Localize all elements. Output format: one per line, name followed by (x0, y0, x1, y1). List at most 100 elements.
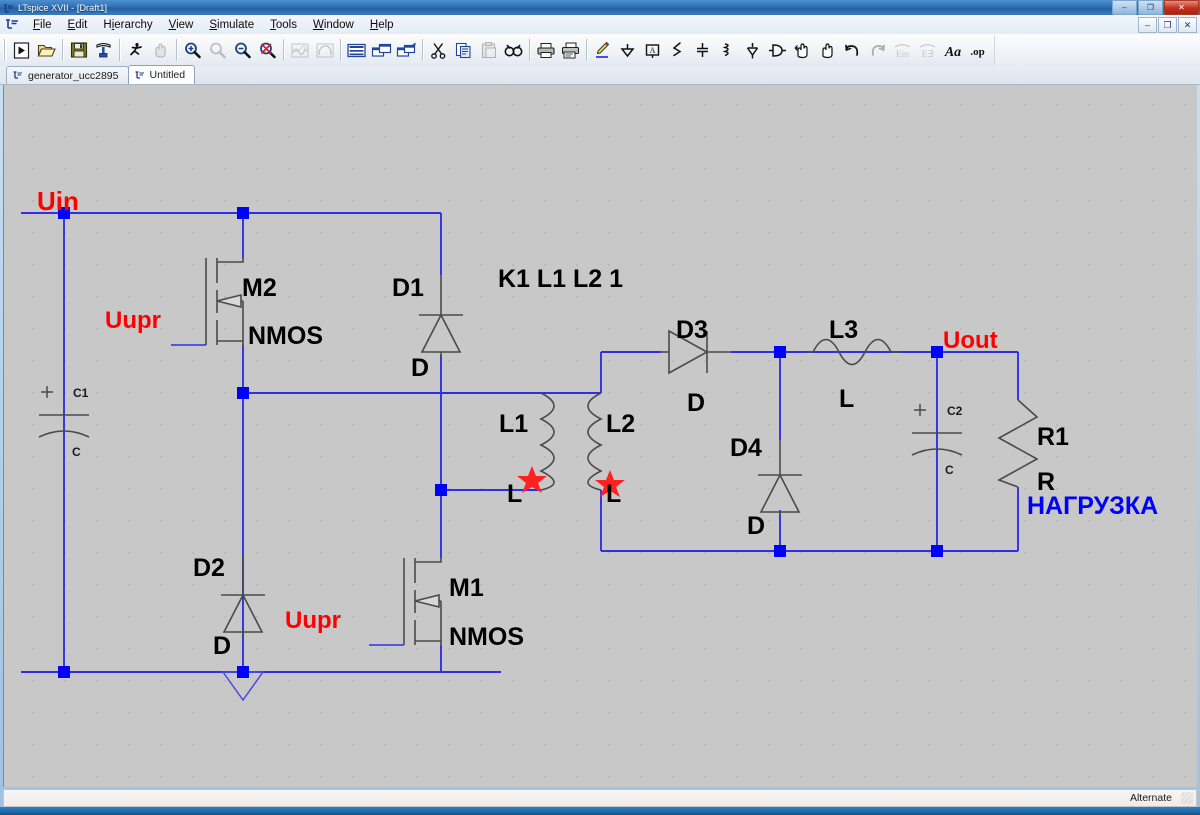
label-m2-value: NMOS (248, 322, 323, 350)
op-point-icon[interactable]: .op (965, 37, 990, 63)
label-l3-ref: L3 (829, 316, 858, 344)
label-d2-ref: D2 (193, 554, 225, 582)
label-c2-value: C (945, 463, 954, 477)
label-d3-ref: D3 (676, 316, 708, 344)
run-icon[interactable] (123, 37, 148, 63)
control-panel-icon[interactable] (91, 37, 116, 63)
waveform-icon[interactable] (287, 37, 312, 63)
m1-body-arrow (414, 593, 440, 609)
new-schematic-icon[interactable] (9, 37, 34, 63)
label-l1-value: L (507, 480, 522, 508)
ground-icon[interactable] (615, 37, 640, 63)
status-mode-text: Alternate (1129, 792, 1172, 804)
label-d1-value: D (411, 354, 429, 382)
zoom-in-icon[interactable] (180, 37, 205, 63)
save-icon[interactable] (66, 37, 91, 63)
maximize-button[interactable]: ❐ (1138, 0, 1163, 15)
halt-icon[interactable] (148, 37, 173, 63)
toolbar-empty-area (994, 35, 1200, 65)
junction (931, 346, 943, 358)
ltspice-icon (12, 70, 24, 81)
find-icon[interactable] (501, 37, 526, 63)
inductor-icon[interactable] (715, 37, 740, 63)
junction (774, 545, 786, 557)
toolbar-separator (62, 39, 63, 61)
toolbar-separator (422, 39, 423, 61)
tab-untitled[interactable]: Untitled (127, 65, 196, 84)
zoom-out-icon[interactable] (230, 37, 255, 63)
net-label-uin: Uin (37, 186, 79, 216)
menu-item-simulate[interactable]: Simulate (201, 18, 262, 32)
menu-accel: V (168, 18, 177, 31)
junction (931, 545, 943, 557)
l1-coil (539, 392, 555, 491)
label-c1-ref: C1 (73, 386, 89, 400)
label-m1-value: NMOS (449, 623, 524, 651)
menu-item-view[interactable]: View (161, 18, 202, 32)
component-icon[interactable] (765, 37, 790, 63)
menu-item-tools[interactable]: Tools (262, 18, 305, 32)
rotate-icon[interactable]: Em (890, 37, 915, 63)
print-icon[interactable] (533, 37, 558, 63)
junction (58, 666, 70, 678)
junction (435, 484, 447, 496)
draw-wire-icon[interactable] (590, 37, 615, 63)
svg-text:A: A (650, 46, 656, 55)
menu-item-hierarchy[interactable]: Hierarchy (95, 18, 160, 32)
mdi-close-button[interactable]: ✕ (1178, 17, 1197, 33)
tab-generator-ucc2895[interactable]: generator_ucc2895 (6, 66, 129, 84)
zoom-area-icon[interactable] (205, 37, 230, 63)
label-d3-value: D (687, 389, 705, 417)
annotation-coupling: K1 L1 L2 1 (498, 265, 623, 293)
minimize-button[interactable]: – (1112, 0, 1137, 15)
menu-item-window[interactable]: Window (305, 18, 362, 32)
label-d1-ref: D1 (392, 274, 424, 302)
close-button[interactable]: ✕ (1164, 0, 1199, 15)
menu-item-label: indow (323, 18, 354, 31)
component-labels[interactable]: C1 C M2 NMOS D1 D D2 D M1 NMOS L1 L L2 L… (72, 274, 1069, 660)
mirror-icon[interactable]: E∃ (915, 37, 940, 63)
c2-plus-sign (914, 404, 926, 416)
m1-source-lead (415, 640, 442, 645)
toolbar-grip[interactable] (3, 39, 7, 61)
mdi-restore-button[interactable]: ❐ (1158, 17, 1177, 33)
resize-grip[interactable] (1181, 792, 1193, 804)
label-net-icon[interactable]: A (640, 37, 665, 63)
cut-icon[interactable] (426, 37, 451, 63)
d1-triangle (420, 313, 462, 353)
symbol-d4 (758, 440, 802, 516)
undo-icon[interactable] (840, 37, 865, 63)
window-controls: – ❐ ✕ (1111, 0, 1199, 15)
schematic-canvas[interactable]: Uin Uupr Uupr Uout K1 L1 L2 1 НАГРУЗКА C… (3, 85, 1197, 787)
label-l1-ref: L1 (499, 410, 528, 438)
menu-item-edit[interactable]: Edit (60, 18, 96, 32)
diode-icon[interactable] (740, 37, 765, 63)
symbol-m2 (171, 258, 244, 346)
toolbar-separator (283, 39, 284, 61)
fft-icon[interactable] (312, 37, 337, 63)
drag-icon[interactable] (815, 37, 840, 63)
mdi-minimize-button[interactable]: – (1138, 17, 1157, 33)
move-icon[interactable] (790, 37, 815, 63)
zoom-fit-icon[interactable] (255, 37, 280, 63)
symbol-l1 (539, 392, 555, 491)
open-file-icon[interactable] (34, 37, 59, 63)
window-title: LTspice XVII - [Draft1] (18, 2, 108, 13)
print-preview-icon[interactable] (558, 37, 583, 63)
capacitor-icon[interactable] (690, 37, 715, 63)
paste-icon[interactable] (476, 37, 501, 63)
tile-vertical-icon[interactable] (394, 37, 419, 63)
window-bottom-edge (0, 807, 1200, 815)
copy-icon[interactable] (451, 37, 476, 63)
svg-text:.op: .op (970, 46, 984, 58)
menu-item-help[interactable]: Help (362, 18, 402, 32)
tile-horizontal-icon[interactable] (369, 37, 394, 63)
resistor-icon[interactable] (665, 37, 690, 63)
menu-item-label: elp (378, 18, 394, 31)
menu-item-file[interactable]: File (25, 18, 60, 32)
spice-directive-icon[interactable] (344, 37, 369, 63)
text-icon[interactable]: Aa (940, 37, 965, 63)
menu-item-label: erarchy (114, 18, 153, 31)
redo-icon[interactable] (865, 37, 890, 63)
symbol-l2 (587, 392, 603, 491)
